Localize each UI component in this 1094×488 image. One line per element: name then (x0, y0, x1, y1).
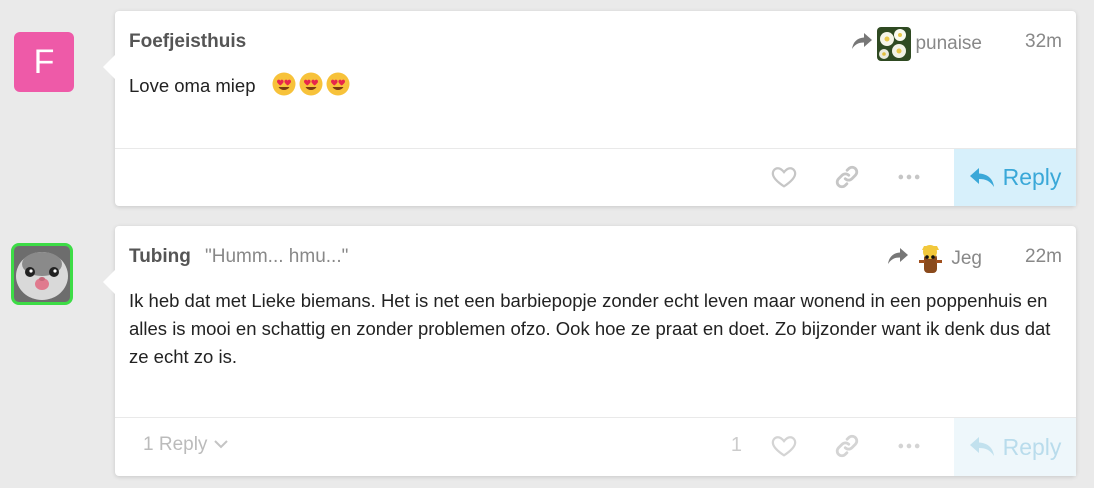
post-actions: Reply (115, 148, 1076, 206)
reply-to-avatar (913, 242, 948, 276)
heart-eyes-emoji-icon (272, 72, 296, 96)
post-header: Foefjeisthuis punaise 32m (129, 27, 1062, 61)
reply-button[interactable]: Reply (954, 149, 1076, 206)
replies-toggle[interactable]: 1 Reply (143, 434, 229, 456)
post-body: Love oma miep (129, 72, 1062, 100)
post-time[interactable]: 32m (1025, 31, 1062, 53)
reply-arrow-icon (887, 246, 909, 272)
reply-button-label: Reply (1002, 433, 1062, 460)
replies-count-label: 1 Reply (143, 434, 208, 455)
reply-to[interactable]: punaise (851, 27, 982, 61)
post-text: Love oma miep (129, 75, 256, 96)
post-2-avatar[interactable] (11, 243, 73, 305)
heart-eyes-emoji-icon (326, 72, 350, 96)
reply-to[interactable]: Jeg (887, 242, 982, 276)
post-time[interactable]: 22m (1025, 246, 1062, 268)
heart-eyes-emoji-icon (299, 72, 323, 96)
post-2: Tubing "Humm... hmu..." Jeg 22m Ik heb d… (0, 226, 1094, 478)
chevron-down-icon (213, 440, 228, 449)
reply-button[interactable]: Reply (954, 418, 1076, 476)
post-card: Foefjeisthuis punaise 32m Love oma miep … (103, 11, 1076, 206)
post-header: Tubing "Humm... hmu..." Jeg 22m (129, 242, 1062, 276)
reply-to-avatar (877, 27, 912, 61)
link-icon[interactable] (833, 163, 861, 191)
post-author[interactable]: Tubing (129, 246, 191, 268)
post-card: Tubing "Humm... hmu..." Jeg 22m Ik heb d… (103, 226, 1076, 476)
avatar-letter: F (14, 32, 74, 92)
post-author[interactable]: Foefjeisthuis (129, 31, 246, 53)
more-options-icon[interactable] (895, 432, 923, 460)
user-title: "Humm... hmu..." (205, 246, 349, 267)
like-heart-icon[interactable] (770, 432, 798, 460)
post-body: Ik heb dat met Lieke biemans. Het is net… (129, 287, 1062, 371)
reply-arrow-icon (851, 31, 873, 57)
reply-to-username: punaise (915, 33, 982, 54)
reply-to-username: Jeg (951, 248, 982, 269)
reply-icon (969, 437, 994, 456)
more-options-icon[interactable] (895, 163, 923, 191)
post-text: Ik heb dat met Lieke biemans. Het is net… (129, 290, 1051, 367)
post-1: F Foefjeisthuis punaise 32m Love oma mie… (0, 11, 1094, 207)
like-count: 1 (730, 434, 742, 456)
post-1-avatar[interactable]: F (14, 32, 74, 92)
like-heart-icon[interactable] (770, 163, 798, 191)
post-actions: 1 Reply 1 Reply (115, 417, 1076, 476)
link-icon[interactable] (833, 432, 861, 460)
reply-button-label: Reply (1002, 164, 1062, 190)
reply-icon (969, 167, 994, 187)
avatar-image (11, 243, 73, 305)
